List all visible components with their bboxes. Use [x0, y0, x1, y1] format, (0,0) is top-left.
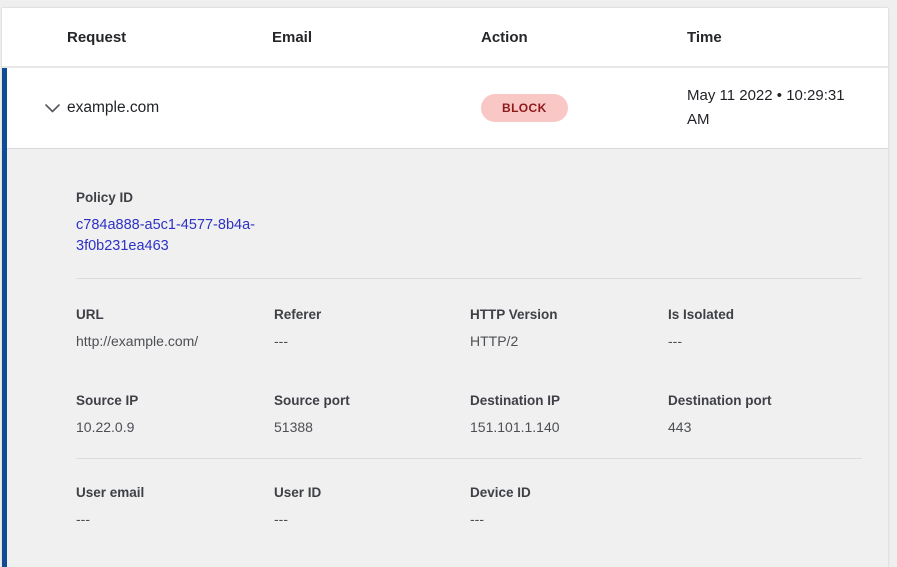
- field-value: HTTP/2: [470, 333, 668, 349]
- expanded-log-entry: example.com BLOCK May 11 2022 • 10:29:31…: [2, 68, 888, 567]
- request-domain: example.com: [67, 99, 159, 116]
- field-label: Source IP: [76, 393, 274, 408]
- field-label: URL: [76, 307, 274, 322]
- field-label: Source port: [274, 393, 470, 408]
- details-row-user: User email --- User ID --- Device ID ---: [2, 485, 888, 527]
- field-value: 151.101.1.140: [470, 419, 668, 435]
- action-block-badge: BLOCK: [481, 94, 568, 122]
- time-cell: May 11 2022 • 10:29:31 AM: [687, 84, 888, 132]
- field-value: ---: [668, 333, 868, 349]
- field-value: 443: [668, 419, 868, 435]
- details-row-http: URL http://example.com/ Referer --- HTTP…: [2, 307, 888, 349]
- field-label: Destination port: [668, 393, 868, 408]
- action-cell: BLOCK: [481, 94, 687, 122]
- field-value: ---: [274, 511, 470, 527]
- log-table-card: Request Email Action Time example.com: [2, 8, 888, 567]
- field-source-port: Source port 51388: [274, 393, 470, 435]
- log-details-panel: Policy ID c784a888-a5c1-4577-8b4a-3f0b23…: [2, 148, 888, 567]
- field-label: Destination IP: [470, 393, 668, 408]
- field-user-email: User email ---: [76, 485, 274, 527]
- column-header-request: Request: [67, 29, 272, 46]
- field-value: ---: [76, 511, 274, 527]
- field-value: ---: [274, 333, 470, 349]
- field-source-ip: Source IP 10.22.0.9: [76, 393, 274, 435]
- field-http-version: HTTP Version HTTP/2: [470, 307, 668, 349]
- gateway-logs-page: Request Email Action Time example.com: [0, 8, 897, 567]
- field-destination-ip: Destination IP 151.101.1.140: [470, 393, 668, 435]
- field-referer: Referer ---: [274, 307, 470, 349]
- section-divider: [76, 458, 862, 459]
- table-header: Request Email Action Time: [2, 8, 888, 68]
- field-value: 10.22.0.9: [76, 419, 274, 435]
- details-row-network: Source IP 10.22.0.9 Source port 51388 De…: [2, 393, 888, 435]
- field-label: Referer: [274, 307, 470, 322]
- field-value: 51388: [274, 419, 470, 435]
- column-header-email: Email: [272, 29, 481, 46]
- collapse-row-button[interactable]: [40, 96, 64, 120]
- field-device-id: Device ID ---: [470, 485, 668, 527]
- column-header-time: Time: [687, 29, 888, 46]
- field-label: Device ID: [470, 485, 668, 500]
- field-label: Is Isolated: [668, 307, 868, 322]
- field-destination-port: Destination port 443: [668, 393, 868, 435]
- table-row[interactable]: example.com BLOCK May 11 2022 • 10:29:31…: [2, 68, 888, 148]
- selected-row-accent-bar: [2, 68, 7, 567]
- field-value: http://example.com/: [76, 333, 274, 349]
- field-is-isolated: Is Isolated ---: [668, 307, 868, 349]
- policy-id-section: Policy ID c784a888-a5c1-4577-8b4a-3f0b23…: [2, 148, 888, 257]
- section-divider: [76, 278, 862, 279]
- field-empty: [668, 485, 868, 527]
- field-user-id: User ID ---: [274, 485, 470, 527]
- policy-id-link[interactable]: c784a888-a5c1-4577-8b4a-3f0b231ea463: [76, 215, 276, 257]
- request-cell: example.com: [67, 99, 272, 117]
- field-label: User ID: [274, 485, 470, 500]
- field-label: HTTP Version: [470, 307, 668, 322]
- chevron-down-icon: [45, 104, 60, 113]
- field-label: User email: [76, 485, 274, 500]
- column-header-action: Action: [481, 29, 687, 46]
- field-url: URL http://example.com/: [76, 307, 274, 349]
- policy-id-label: Policy ID: [76, 190, 862, 205]
- field-value: ---: [470, 511, 668, 527]
